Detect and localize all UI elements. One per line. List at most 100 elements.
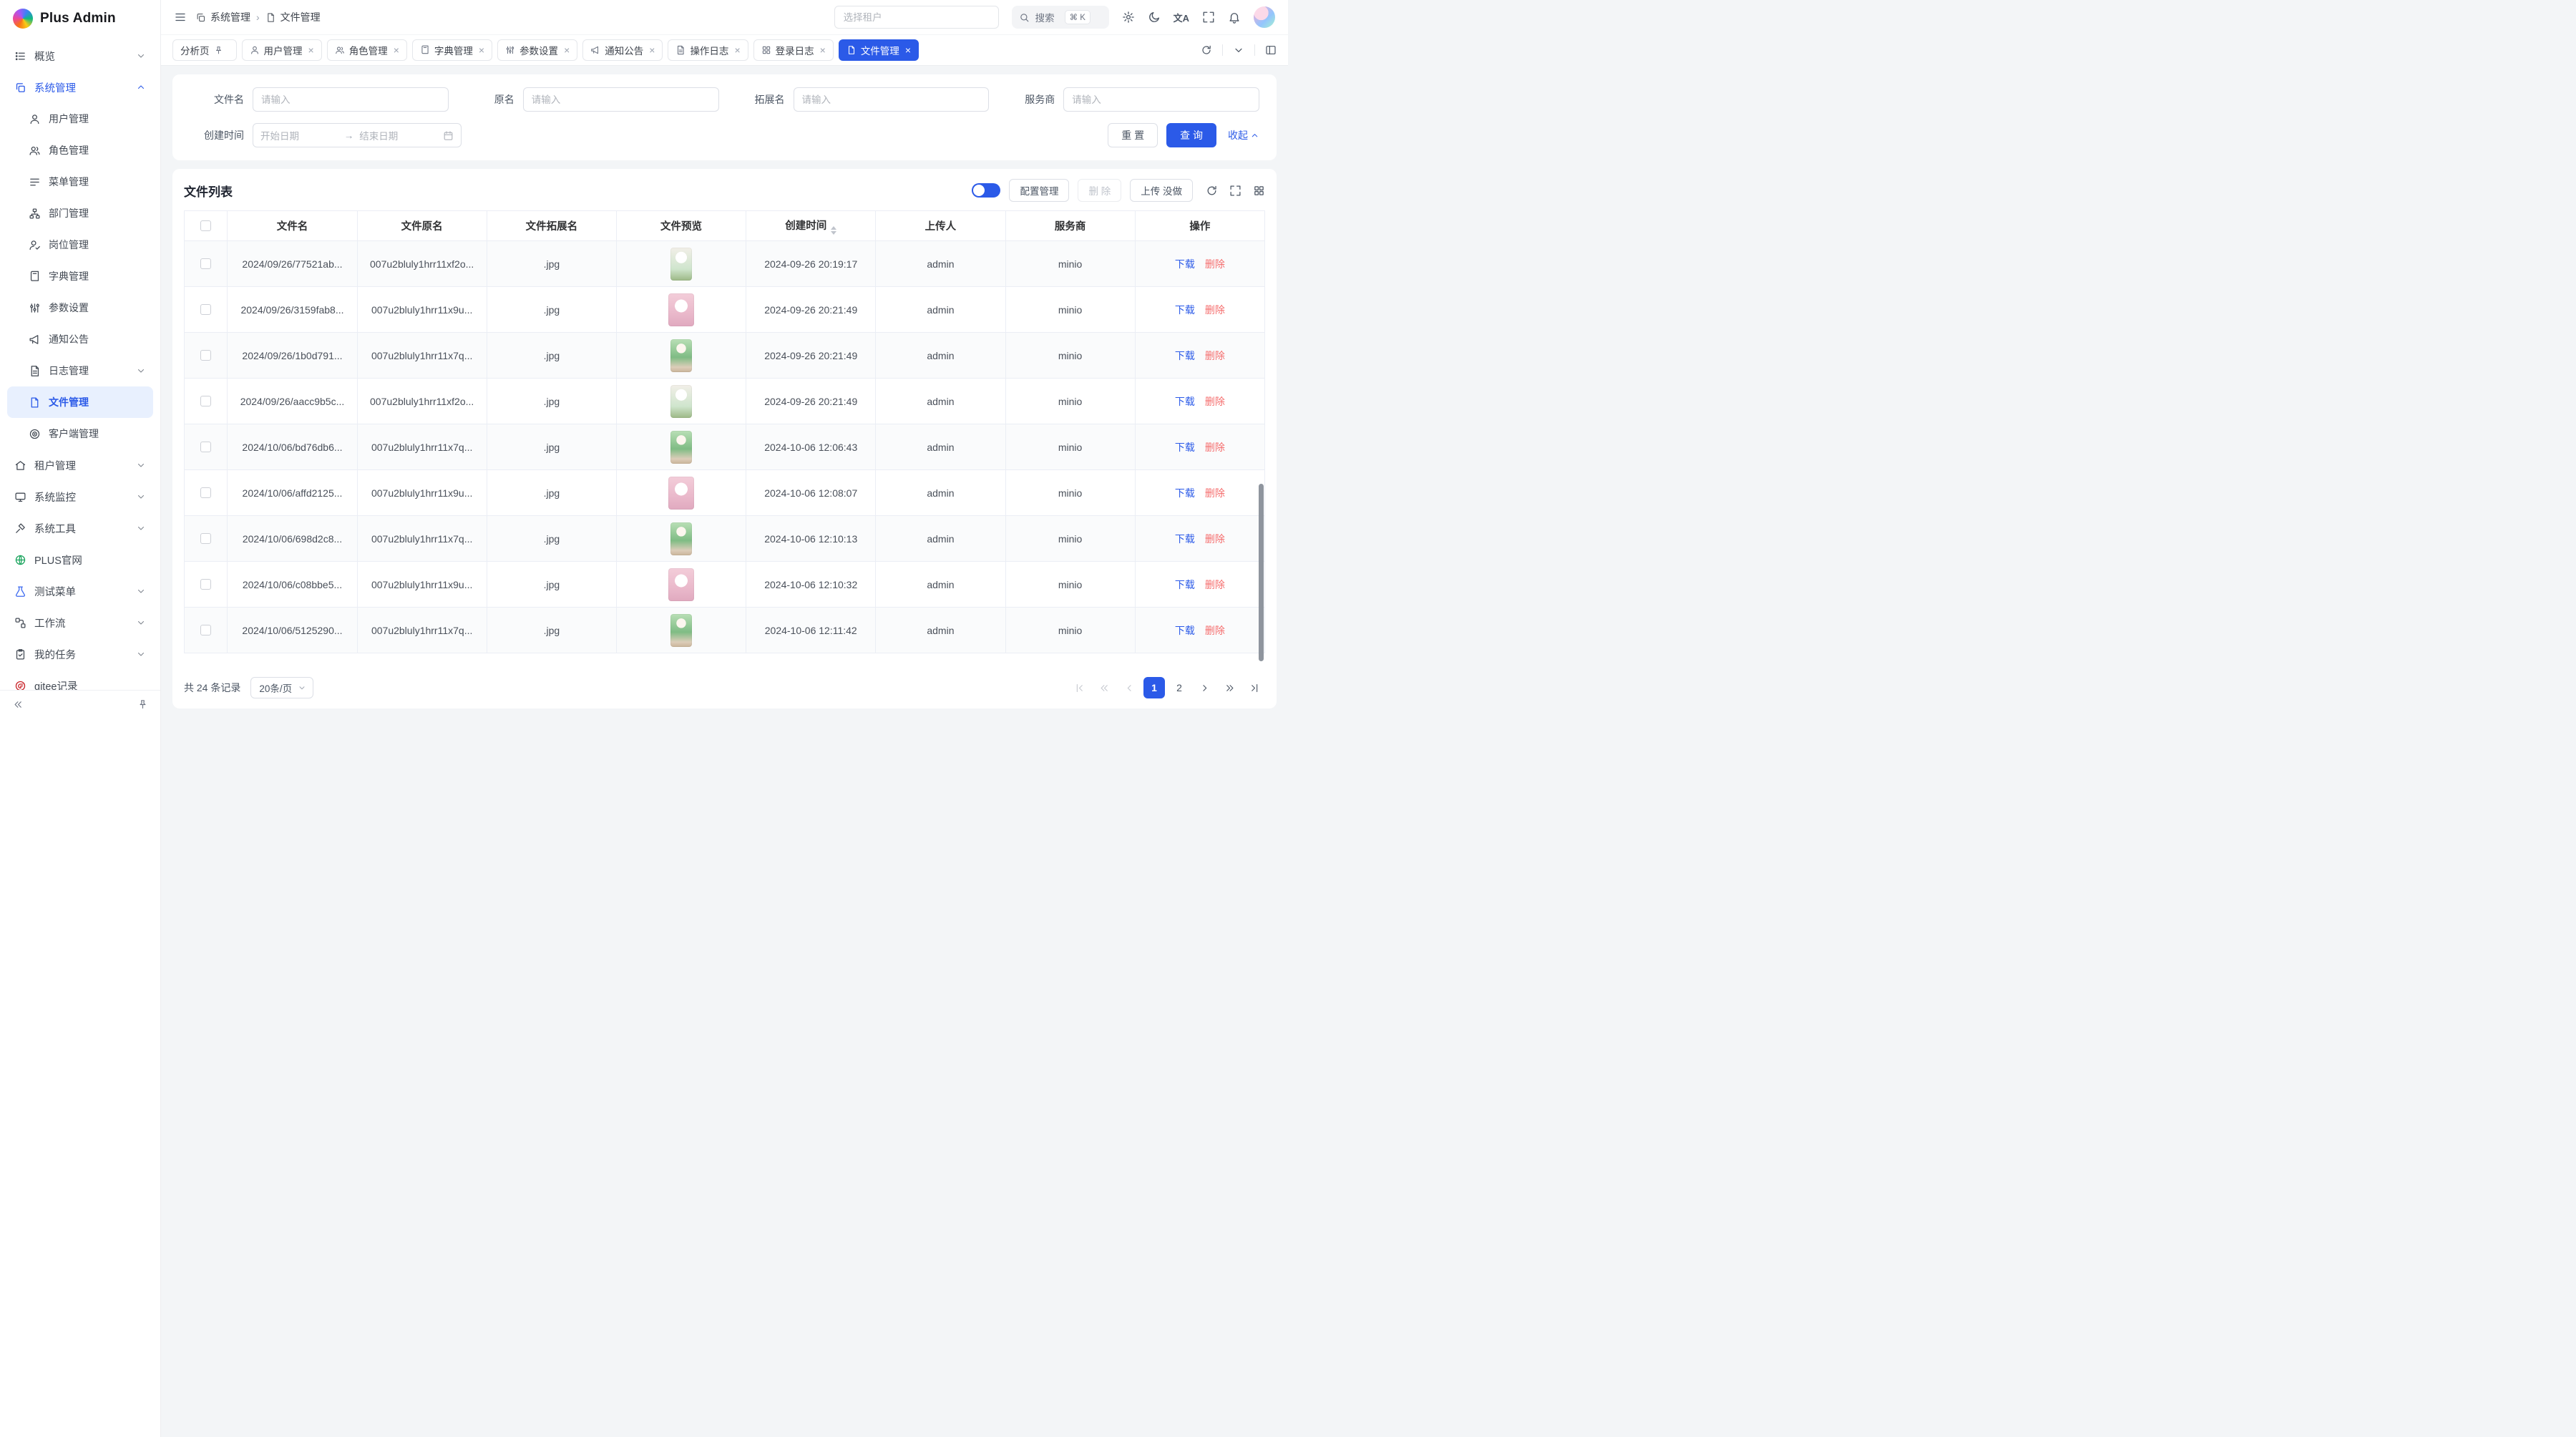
sidebar-subitem[interactable]: 日志管理 — [7, 355, 153, 386]
filter-field-input[interactable] — [523, 87, 719, 112]
sidebar-subitem[interactable]: 用户管理 — [7, 103, 153, 135]
config-manage-button[interactable]: 配置管理 — [1009, 179, 1069, 202]
pagination-next5-button[interactable] — [1219, 677, 1240, 698]
file-preview-image[interactable] — [670, 385, 692, 418]
global-search-button[interactable]: 搜索 ⌘ K — [1012, 6, 1109, 29]
tab-close-icon[interactable]: × — [394, 45, 399, 55]
layout-panel-button[interactable] — [1265, 44, 1277, 56]
sidebar-subitem[interactable]: 客户端管理 — [7, 418, 153, 449]
sidebar-subitem[interactable]: 字典管理 — [7, 260, 153, 292]
sidebar-item[interactable]: 测试菜单 — [7, 575, 153, 607]
pin-icon[interactable] — [214, 46, 223, 55]
tab-close-icon[interactable]: × — [564, 45, 570, 55]
tab-close-icon[interactable]: × — [820, 45, 826, 55]
delete-link[interactable]: 删除 — [1205, 258, 1225, 270]
file-preview-image[interactable] — [670, 522, 692, 555]
column-settings-button[interactable] — [1253, 185, 1265, 197]
page-size-select[interactable]: 20条/页 — [250, 677, 313, 698]
tab-options-button[interactable] — [1233, 44, 1244, 56]
filter-field-input[interactable] — [1063, 87, 1259, 112]
column-header-sortable[interactable]: 创建时间 — [746, 211, 876, 241]
download-link[interactable]: 下载 — [1175, 487, 1195, 499]
menu-toggle-button[interactable] — [174, 11, 187, 24]
collapse-sidebar-button[interactable] — [9, 696, 27, 714]
download-link[interactable]: 下载 — [1175, 533, 1195, 545]
date-range-input[interactable]: 开始日期 → 结束日期 — [253, 123, 462, 147]
tab[interactable]: 角色管理 × — [327, 39, 407, 61]
file-preview-image[interactable] — [668, 293, 694, 326]
download-link[interactable]: 下载 — [1175, 304, 1195, 316]
file-preview-image[interactable] — [670, 614, 692, 647]
vertical-scrollbar[interactable] — [1259, 484, 1264, 661]
delete-link[interactable]: 删除 — [1205, 350, 1225, 361]
refresh-page-button[interactable] — [1201, 44, 1212, 56]
filter-field-input[interactable] — [794, 87, 990, 112]
delete-link[interactable]: 删除 — [1205, 487, 1225, 499]
table-fullscreen-button[interactable] — [1229, 185, 1241, 197]
breadcrumb-files[interactable]: 文件管理 — [265, 10, 321, 24]
row-checkbox[interactable] — [200, 487, 211, 498]
row-checkbox[interactable] — [200, 396, 211, 406]
tab-close-icon[interactable]: × — [308, 45, 314, 55]
pin-sidebar-button[interactable] — [133, 696, 152, 714]
tab-close-icon[interactable]: × — [479, 45, 484, 55]
download-link[interactable]: 下载 — [1175, 258, 1195, 270]
tab-close-icon[interactable]: × — [905, 45, 911, 55]
sidebar-subitem[interactable]: 通知公告 — [7, 323, 153, 355]
row-checkbox[interactable] — [200, 625, 211, 635]
pagination-first-button[interactable] — [1068, 677, 1090, 698]
sidebar-item[interactable]: 系统工具 — [7, 512, 153, 544]
pagination-page-2[interactable]: 2 — [1169, 677, 1190, 698]
file-preview-image[interactable] — [668, 477, 694, 510]
row-checkbox[interactable] — [200, 579, 211, 590]
row-checkbox[interactable] — [200, 304, 211, 315]
select-all-checkbox[interactable] — [200, 220, 211, 231]
pagination-next-button[interactable] — [1194, 677, 1215, 698]
tab[interactable]: 参数设置 × — [497, 39, 577, 61]
upload-button[interactable]: 上传 没做 — [1130, 179, 1193, 202]
sort-carets-icon[interactable] — [831, 226, 836, 235]
sidebar-item-system[interactable]: 系统管理 — [7, 72, 153, 103]
delete-link[interactable]: 删除 — [1205, 396, 1225, 407]
collapse-filter-link[interactable]: 收起 — [1228, 128, 1259, 142]
file-preview-image[interactable] — [670, 431, 692, 464]
sidebar-subitem[interactable]: 文件管理 — [7, 386, 153, 418]
tab[interactable]: 通知公告 × — [582, 39, 663, 61]
tab[interactable]: 用户管理 × — [242, 39, 322, 61]
sidebar-subitem[interactable]: 角色管理 — [7, 135, 153, 166]
delete-link[interactable]: 删除 — [1205, 579, 1225, 590]
tenant-select-input[interactable] — [834, 6, 999, 29]
filter-field-input[interactable] — [253, 87, 449, 112]
delete-button[interactable]: 删 除 — [1078, 179, 1121, 202]
tab-close-icon[interactable]: × — [649, 45, 655, 55]
settings-button[interactable] — [1122, 11, 1135, 24]
tab[interactable]: 登录日志 × — [753, 39, 834, 61]
row-checkbox[interactable] — [200, 258, 211, 269]
sidebar-subitem[interactable]: 部门管理 — [7, 198, 153, 229]
download-link[interactable]: 下载 — [1175, 442, 1195, 453]
pagination-last-button[interactable] — [1244, 677, 1265, 698]
download-link[interactable]: 下载 — [1175, 579, 1195, 590]
refresh-table-button[interactable] — [1206, 185, 1218, 197]
row-checkbox[interactable] — [200, 442, 211, 452]
file-preview-image[interactable] — [670, 248, 692, 281]
download-link[interactable]: 下载 — [1175, 625, 1195, 636]
row-checkbox[interactable] — [200, 350, 211, 361]
download-link[interactable]: 下载 — [1175, 396, 1195, 407]
dark-mode-button[interactable] — [1148, 11, 1161, 24]
delete-link[interactable]: 删除 — [1205, 533, 1225, 545]
pagination-prev-button[interactable] — [1118, 677, 1140, 698]
sidebar-item[interactable]: 我的任务 — [7, 638, 153, 670]
sidebar-item[interactable]: 租户管理 — [7, 449, 153, 481]
file-preview-image[interactable] — [668, 568, 694, 601]
sidebar-item[interactable]: 工作流 — [7, 607, 153, 638]
delete-link[interactable]: 删除 — [1205, 442, 1225, 453]
tab[interactable]: 文件管理 × — [839, 39, 919, 61]
row-checkbox[interactable] — [200, 533, 211, 544]
download-link[interactable]: 下载 — [1175, 350, 1195, 361]
tab[interactable]: 操作日志 × — [668, 39, 748, 61]
tab-close-icon[interactable]: × — [734, 45, 740, 55]
sidebar-item-overview[interactable]: 概览 — [7, 40, 153, 72]
delete-link[interactable]: 删除 — [1205, 304, 1225, 316]
breadcrumb-system[interactable]: 系统管理 — [195, 10, 250, 24]
